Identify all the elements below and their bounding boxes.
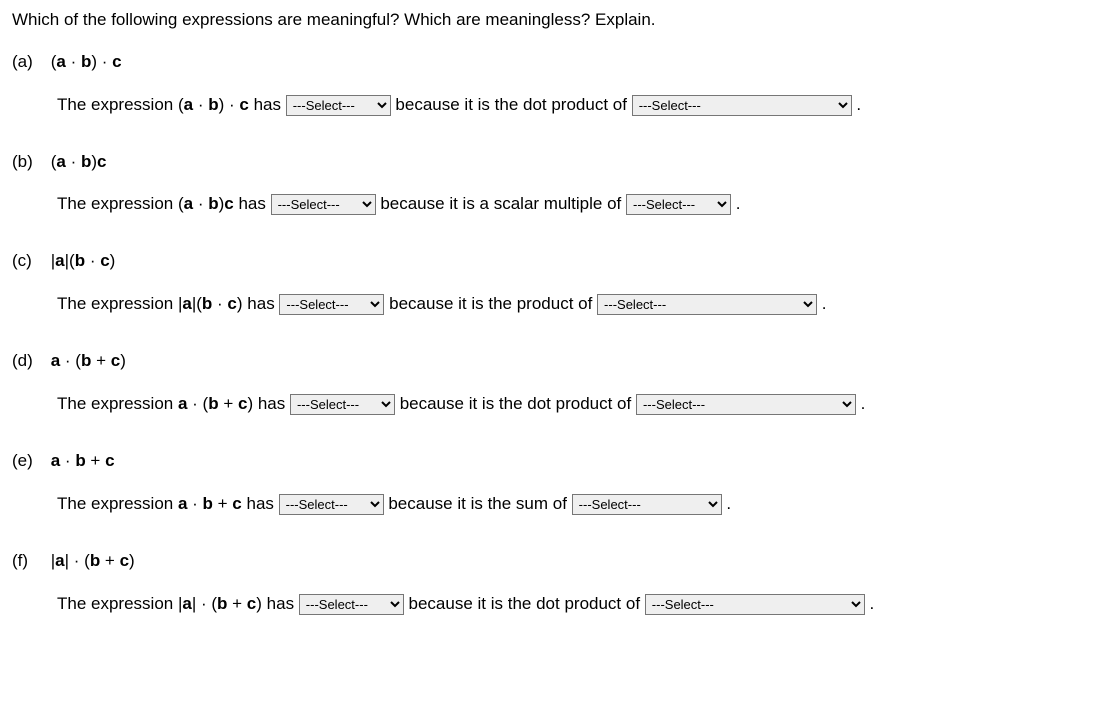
part-c-select-1[interactable]: ---Select--- xyxy=(279,294,384,315)
text: because it is the dot product of xyxy=(404,594,645,613)
text: The expression |a|(b · c) xyxy=(57,294,243,313)
part-f-expression: |a| · (b + c) xyxy=(51,549,135,573)
text: The expression (a · b)c xyxy=(57,194,234,213)
period: . xyxy=(852,95,861,114)
text: because it is the product of xyxy=(384,294,597,313)
part-f: (f) |a| · (b + c) The expression |a| · (… xyxy=(12,549,1081,621)
text: has xyxy=(243,294,280,313)
text: has xyxy=(253,394,290,413)
part-e-label: (e) xyxy=(12,449,46,473)
part-b-select-2[interactable]: ---Select--- xyxy=(626,194,731,215)
part-a-expression: (a · b) · c xyxy=(51,50,122,74)
question-prompt: Which of the following expressions are m… xyxy=(12,8,1081,32)
part-a-sentence: The expression (a · b) · c has ---Select… xyxy=(57,88,1081,122)
part-d-expression: a · (b + c) xyxy=(51,349,126,373)
part-c-select-2[interactable]: ---Select--- xyxy=(597,294,817,315)
text: The expression |a| · (b + c) xyxy=(57,594,262,613)
part-a-label: (a) xyxy=(12,50,46,74)
part-f-sentence: The expression |a| · (b + c) has ---Sele… xyxy=(57,587,1081,621)
part-f-label: (f) xyxy=(12,549,46,573)
part-a-select-2[interactable]: ---Select--- xyxy=(632,95,852,116)
period: . xyxy=(856,394,865,413)
period: . xyxy=(731,194,740,213)
part-b-select-1[interactable]: ---Select--- xyxy=(271,194,376,215)
part-d-select-1[interactable]: ---Select--- xyxy=(290,394,395,415)
period: . xyxy=(722,494,731,513)
part-e: (e) a · b + c The expression a · b + c h… xyxy=(12,449,1081,521)
text: The expression a · (b + c) xyxy=(57,394,253,413)
text: because it is the dot product of xyxy=(391,95,632,114)
period: . xyxy=(817,294,826,313)
part-d: (d) a · (b + c) The expression a · (b + … xyxy=(12,349,1081,421)
part-e-expression: a · b + c xyxy=(51,449,115,473)
part-c: (c) |a|(b · c) The expression |a|(b · c)… xyxy=(12,249,1081,321)
part-c-expression: |a|(b · c) xyxy=(51,249,116,273)
period: . xyxy=(865,594,874,613)
text: has xyxy=(262,594,299,613)
part-b: (b) (a · b)c The expression (a · b)c has… xyxy=(12,150,1081,222)
part-b-expression: (a · b)c xyxy=(51,150,107,174)
text: has xyxy=(249,95,286,114)
part-d-select-2[interactable]: ---Select--- xyxy=(636,394,856,415)
part-c-label: (c) xyxy=(12,249,46,273)
part-e-select-1[interactable]: ---Select--- xyxy=(279,494,384,515)
text: has xyxy=(234,194,271,213)
part-b-label: (b) xyxy=(12,150,46,174)
part-a: (a) (a · b) · c The expression (a · b) ·… xyxy=(12,50,1081,122)
part-e-select-2[interactable]: ---Select--- xyxy=(572,494,722,515)
text: because it is the dot product of xyxy=(395,394,636,413)
text: The expression (a · b) · c xyxy=(57,95,249,114)
part-a-select-1[interactable]: ---Select--- xyxy=(286,95,391,116)
part-c-sentence: The expression |a|(b · c) has ---Select-… xyxy=(57,287,1081,321)
text: The expression a · b + c xyxy=(57,494,242,513)
part-d-label: (d) xyxy=(12,349,46,373)
part-e-sentence: The expression a · b + c has ---Select--… xyxy=(57,487,1081,521)
text: has xyxy=(242,494,279,513)
part-b-sentence: The expression (a · b)c has ---Select---… xyxy=(57,187,1081,221)
text: because it is a scalar multiple of xyxy=(376,194,626,213)
part-f-select-1[interactable]: ---Select--- xyxy=(299,594,404,615)
text: because it is the sum of xyxy=(384,494,572,513)
part-f-select-2[interactable]: ---Select--- xyxy=(645,594,865,615)
part-d-sentence: The expression a · (b + c) has ---Select… xyxy=(57,387,1081,421)
